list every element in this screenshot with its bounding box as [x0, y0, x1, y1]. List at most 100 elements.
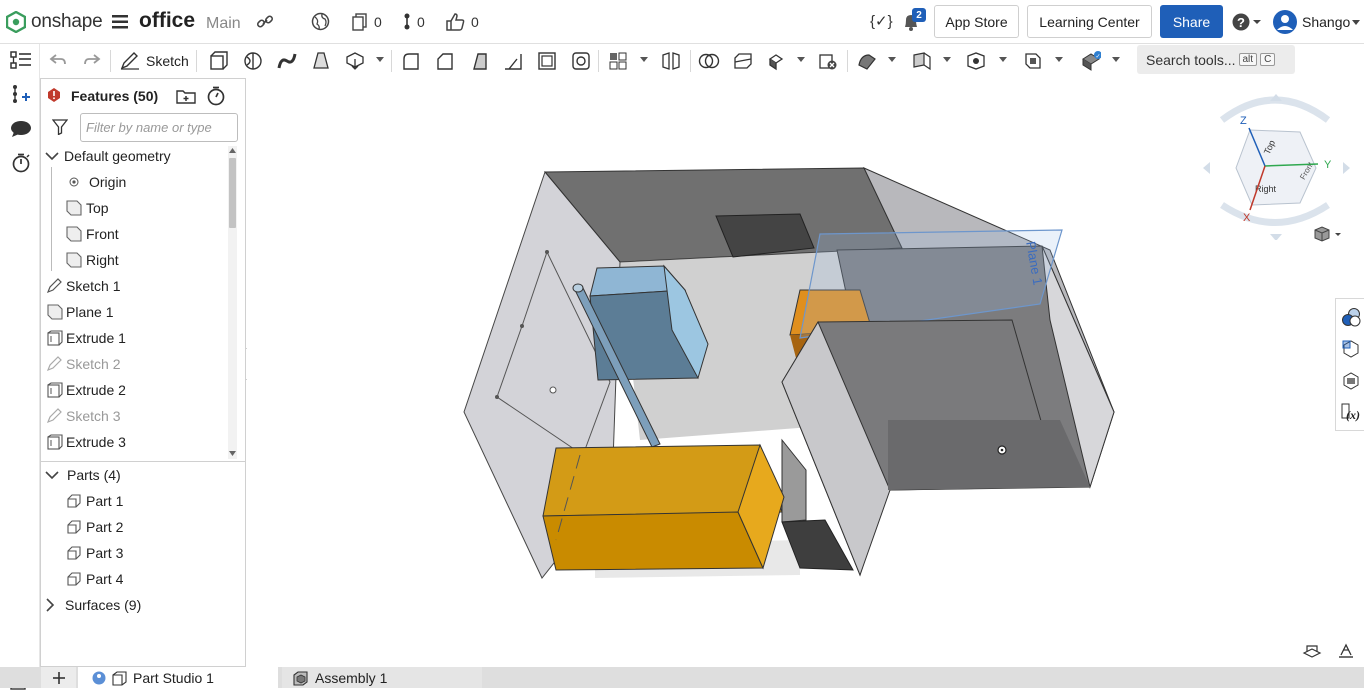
section-view-icon[interactable] — [1302, 643, 1322, 662]
rib-icon[interactable] — [503, 51, 525, 71]
split-icon[interactable] — [733, 51, 755, 71]
feature-filter-input[interactable] — [80, 113, 238, 142]
surface-icon[interactable] — [1023, 51, 1045, 71]
plane-icon[interactable] — [912, 51, 934, 71]
feature-list-scrollbar[interactable] — [228, 146, 237, 459]
parts-group[interactable]: Parts (4) — [45, 462, 121, 488]
transform-dropdown-chevron-icon[interactable] — [797, 57, 805, 62]
tree-item-plane-1[interactable]: Plane 1 — [47, 299, 113, 325]
surfaces-group[interactable]: Surfaces (9) — [45, 592, 141, 618]
tree-item-part-3[interactable]: Part 3 — [65, 540, 123, 566]
rotate-down-arrow-icon[interactable] — [1270, 234, 1282, 240]
measure-icon[interactable] — [1337, 643, 1355, 662]
versions-counter[interactable]: 0 — [352, 13, 382, 31]
chamfer-icon[interactable] — [435, 51, 457, 71]
scrollbar-thumb[interactable] — [229, 158, 236, 228]
part-orange-box-front[interactable] — [542, 511, 764, 571]
variables-table-icon[interactable]: (x) — [1341, 403, 1361, 423]
workspace-name[interactable]: Main — [206, 15, 241, 33]
menu-icon[interactable] — [112, 15, 128, 32]
appearance-icon[interactable] — [1341, 307, 1361, 327]
tree-item-part-4[interactable]: Part 4 — [65, 566, 123, 592]
rotate-left-arrow-icon[interactable] — [1203, 162, 1210, 174]
feature-list-icon[interactable] — [10, 51, 32, 74]
sheet-metal-icon[interactable]: ✓ — [1079, 51, 1102, 71]
shell-icon[interactable] — [537, 51, 559, 71]
likes-counter[interactable]: 0 — [446, 13, 479, 31]
tab-part-studio-1[interactable]: Part Studio 1 — [78, 667, 278, 688]
plane-dropdown-chevron-icon[interactable] — [943, 57, 951, 62]
default-geometry-group[interactable]: Default geometry — [45, 143, 171, 169]
redo-icon[interactable] — [83, 51, 105, 71]
help-icon[interactable]: ? — [1232, 13, 1262, 34]
view-rotate-arrows-lower[interactable] — [1220, 202, 1330, 226]
tab-assembly-1[interactable]: Assembly 1 — [282, 667, 482, 688]
globe-icon[interactable] — [311, 12, 330, 34]
sketch-button[interactable]: Sketch — [120, 49, 189, 73]
transform-icon[interactable] — [766, 51, 788, 71]
variables-icon[interactable]: {✓} — [870, 12, 893, 30]
sweep-icon[interactable] — [277, 51, 299, 71]
tree-item-part-1[interactable]: Part 1 — [65, 488, 123, 514]
tree-item-right-plane[interactable]: Right — [66, 247, 119, 273]
tree-item-top-plane[interactable]: Top — [66, 195, 109, 221]
view-rotate-arrows[interactable] — [1219, 96, 1331, 123]
tree-item-sketch-2[interactable]: Sketch 2 — [47, 351, 120, 377]
document-name[interactable]: office — [139, 9, 195, 33]
view-mode-cube-icon[interactable] — [1313, 225, 1343, 246]
mate-connector-icon[interactable] — [966, 51, 988, 71]
modify-dropdown-chevron-icon[interactable] — [888, 57, 896, 62]
mate-connector-dropdown-chevron-icon[interactable] — [999, 57, 1007, 62]
comments-icon[interactable] — [10, 120, 32, 141]
boolean-icon[interactable] — [698, 51, 720, 71]
graphics-viewport[interactable]: Plane 1 Top Right Front Z Y X — [247, 78, 1364, 667]
tree-item-front-plane[interactable]: Front — [66, 221, 119, 247]
tree-item-extrude-2[interactable]: Extrude 2 — [47, 377, 126, 403]
add-folder-icon[interactable] — [176, 88, 196, 107]
mirror-icon[interactable] — [661, 51, 683, 71]
thicken-icon[interactable] — [345, 51, 367, 71]
user-menu-chevron-icon[interactable] — [1352, 20, 1360, 25]
tree-item-sketch-3[interactable]: Sketch 3 — [47, 403, 120, 429]
rotate-right-arrow-icon[interactable] — [1343, 162, 1350, 174]
onshape-logo-icon[interactable] — [5, 10, 27, 36]
tree-item-extrude-3[interactable]: Extrude 3 — [47, 429, 126, 455]
tree-item-origin[interactable]: Origin — [68, 169, 126, 195]
pattern-icon[interactable] — [608, 51, 630, 71]
user-avatar[interactable] — [1273, 10, 1297, 37]
app-store-button[interactable]: App Store — [934, 5, 1019, 38]
fillet-icon[interactable] — [401, 51, 423, 71]
link-icon[interactable] — [256, 14, 274, 33]
add-tab-button[interactable] — [41, 667, 76, 688]
filter-funnel-icon[interactable] — [51, 119, 69, 138]
hole-icon[interactable] — [571, 51, 593, 71]
tree-item-sketch-1[interactable]: Sketch 1 — [47, 273, 120, 299]
extrude-icon[interactable] — [208, 51, 230, 71]
scroll-up-arrow-icon[interactable] — [229, 148, 236, 154]
search-tools-button[interactable]: Search tools... alt C — [1137, 45, 1295, 74]
tree-item-part-2[interactable]: Part 2 — [65, 514, 123, 540]
history-timer-icon[interactable] — [11, 153, 31, 176]
learning-center-button[interactable]: Learning Center — [1027, 5, 1152, 38]
sheet-metal-dropdown-chevron-icon[interactable] — [1112, 57, 1120, 62]
modify-fillet-icon[interactable] — [857, 51, 879, 71]
delete-part-icon[interactable] — [818, 51, 840, 71]
share-button[interactable]: Share — [1160, 5, 1223, 38]
pattern-dropdown-chevron-icon[interactable] — [640, 57, 648, 62]
tree-item-extrude-1[interactable]: Extrude 1 — [47, 325, 126, 351]
branches-counter[interactable]: 0 — [403, 13, 425, 31]
view-cube[interactable]: Top Right Front Z Y X — [1195, 90, 1355, 240]
loft-icon[interactable] — [311, 51, 333, 71]
render-studio-icon[interactable] — [1341, 371, 1361, 391]
undo-icon[interactable] — [49, 51, 71, 71]
scroll-down-arrow-icon[interactable] — [229, 451, 236, 457]
dark-inner-wall[interactable] — [781, 438, 807, 523]
rollback-timer-icon[interactable] — [206, 86, 226, 109]
logo-text[interactable]: onshape — [31, 11, 103, 33]
revolve-icon[interactable] — [243, 51, 265, 71]
add-variable-icon[interactable] — [10, 84, 32, 107]
user-name[interactable]: Shango — [1302, 14, 1350, 30]
configurations-icon[interactable] — [1341, 339, 1361, 359]
surface-dropdown-chevron-icon[interactable] — [1055, 57, 1063, 62]
draft-icon[interactable] — [469, 51, 491, 71]
